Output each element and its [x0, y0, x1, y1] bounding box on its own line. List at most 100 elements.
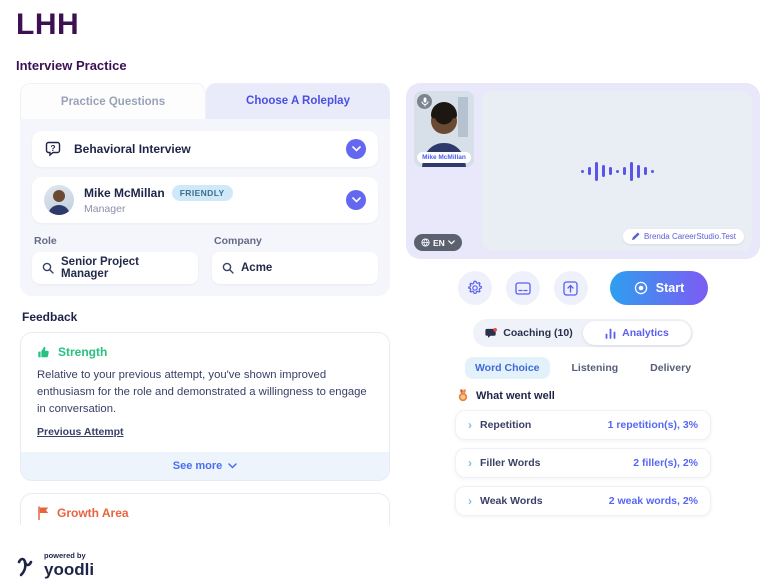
role-input[interactable]: Senior Project Manager: [32, 252, 198, 284]
growth-area-card: Growth Area Your answers need to focus d…: [20, 493, 390, 525]
video-stage: Brenda CareerStudio.Test: [482, 91, 752, 251]
company-input[interactable]: Acme: [212, 252, 378, 284]
tab-coaching[interactable]: Coaching (10): [475, 321, 583, 345]
roleplay-panel: ? Behavioral Interview Mike McMillan FRI…: [20, 119, 390, 296]
went-well-title-row: What went well: [457, 389, 711, 402]
upload-button[interactable]: [554, 271, 588, 305]
persona-badge: FRIENDLY: [172, 185, 233, 201]
roleplay-tabbar: Practice Questions Choose A Roleplay: [20, 83, 390, 119]
metric-row-repetition[interactable]: › Repetition 1 repetition(s), 3%: [455, 410, 711, 440]
coaching-tab-label: Coaching (10): [503, 327, 572, 339]
participant-name-pill: Mike McMillan: [417, 152, 471, 163]
metric-label: Weak Words: [480, 495, 543, 507]
subtab-word-choice[interactable]: Word Choice: [465, 357, 550, 379]
previous-attempt-link[interactable]: Previous Attempt: [37, 426, 124, 438]
watermark-label: Brenda CareerStudio.Test: [644, 232, 736, 241]
persona-meta: Mike McMillan FRIENDLY Manager: [84, 185, 233, 215]
role-input-value: Senior Project Manager: [61, 256, 188, 280]
interview-type-selector[interactable]: ? Behavioral Interview: [32, 131, 378, 167]
subtab-delivery[interactable]: Delivery: [640, 357, 701, 379]
role-company-fields: Role Senior Project Manager Company: [32, 233, 378, 284]
settings-button[interactable]: [458, 271, 492, 305]
tab-analytics[interactable]: Analytics: [583, 321, 691, 345]
persona-name: Mike McMillan: [84, 186, 165, 200]
start-label: Start: [656, 281, 684, 295]
chat-question-icon: ?: [44, 139, 64, 159]
captions-icon: [515, 282, 531, 295]
role-field-group: Role Senior Project Manager: [32, 233, 198, 284]
see-more-label: See more: [173, 460, 223, 472]
video-sidebar: Mike McMillan EN: [414, 91, 478, 251]
chevron-down-icon[interactable]: [346, 139, 366, 159]
yoodli-logo-icon: [16, 554, 38, 578]
company-input-value: Acme: [241, 262, 272, 274]
tab-practice-questions[interactable]: Practice Questions: [20, 83, 206, 119]
analytics-bars-icon: [605, 328, 616, 339]
chevron-right-icon: ›: [468, 419, 472, 431]
metric-value: 1 repetition(s), 3%: [608, 419, 698, 431]
audio-waveform: [581, 162, 654, 181]
analytics-tab-label: Analytics: [622, 327, 669, 339]
chevron-right-icon: ›: [468, 457, 472, 469]
feedback-section-title: Feedback: [22, 310, 390, 324]
persona-avatar: [44, 185, 74, 215]
chevron-down-icon: [448, 240, 455, 245]
strength-body: Relative to your previous attempt, you'v…: [37, 367, 373, 418]
persona-subtitle: Manager: [84, 203, 233, 215]
page-title: Interview Practice: [16, 58, 752, 73]
went-well-title: What went well: [476, 390, 555, 402]
search-icon: [222, 262, 234, 274]
metric-row-filler-words[interactable]: › Filler Words 2 filler(s), 2%: [455, 448, 711, 478]
metric-label: Repetition: [480, 419, 531, 431]
subtab-listening[interactable]: Listening: [562, 357, 629, 379]
session-controls: Start: [406, 271, 760, 305]
pen-icon: [631, 232, 640, 241]
language-selector[interactable]: EN: [414, 234, 462, 251]
right-column: Mike McMillan EN Brenda CareerStudio.Tes…: [406, 83, 760, 525]
search-icon: [42, 262, 54, 274]
analytics-subtabs: Word Choice Listening Delivery: [406, 357, 760, 379]
thumbs-up-icon: [37, 345, 51, 359]
session-watermark: Brenda CareerStudio.Test: [623, 229, 744, 244]
record-icon: [634, 281, 648, 295]
role-label: Role: [34, 235, 198, 247]
language-label: EN: [433, 238, 445, 248]
persona-selector[interactable]: Mike McMillan FRIENDLY Manager: [32, 177, 378, 223]
metric-row-weak-words[interactable]: › Weak Words 2 weak words, 2%: [455, 486, 711, 516]
yoodli-brand: yoodli: [44, 561, 94, 578]
tab-choose-a-roleplay[interactable]: Choose A Roleplay: [206, 83, 390, 119]
interview-type-label: Behavioral Interview: [74, 142, 191, 156]
chevron-down-icon[interactable]: [346, 190, 366, 210]
metric-value: 2 weak words, 2%: [609, 495, 698, 507]
analytics-content: What went well › Repetition 1 repetition(…: [455, 389, 711, 525]
metric-label: Filler Words: [480, 457, 540, 469]
company-field-group: Company Acme: [212, 233, 378, 284]
flag-icon: [37, 506, 50, 520]
growth-title: Growth Area: [57, 506, 129, 520]
chevron-right-icon: ›: [468, 495, 472, 507]
left-column: Practice Questions Choose A Roleplay ? B…: [20, 83, 390, 525]
strength-title: Strength: [58, 345, 107, 359]
coaching-chat-icon: [485, 328, 497, 339]
strength-card: Strength Relative to your previous attem…: [20, 332, 390, 481]
start-button[interactable]: Start: [610, 271, 708, 305]
main-content: Practice Questions Choose A Roleplay ? B…: [0, 73, 768, 525]
powered-by-yoodli: powered by yoodli: [16, 551, 94, 578]
see-more-button[interactable]: See more: [21, 452, 389, 480]
svg-text:?: ?: [50, 143, 55, 153]
powered-by-label: powered by: [44, 551, 94, 560]
participant-video-thumbnail[interactable]: Mike McMillan: [414, 91, 474, 167]
captions-button[interactable]: [506, 271, 540, 305]
microphone-icon: [417, 94, 432, 109]
lhh-logo: LHH: [16, 10, 752, 40]
metric-value: 2 filler(s), 2%: [633, 457, 698, 469]
upload-icon: [563, 281, 578, 296]
globe-icon: [421, 238, 430, 247]
chevron-down-icon: [228, 463, 237, 469]
gear-icon: [467, 280, 483, 296]
app-header: LHH Interview Practice: [0, 0, 768, 73]
medal-icon: [457, 389, 469, 402]
company-label: Company: [214, 235, 378, 247]
coaching-analytics-segment: Coaching (10) Analytics: [473, 319, 693, 347]
video-panel: Mike McMillan EN Brenda CareerStudio.Tes…: [406, 83, 760, 259]
